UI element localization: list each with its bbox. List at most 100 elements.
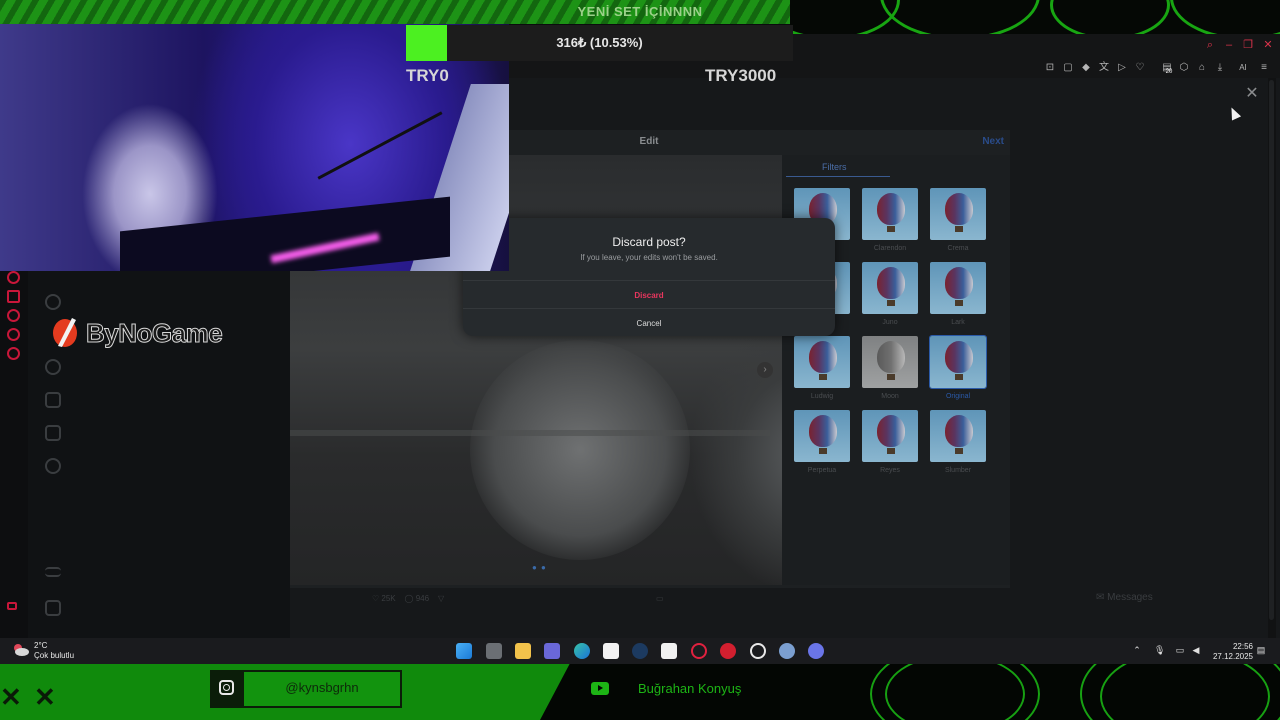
dashboard-nav-icon[interactable] (45, 425, 61, 441)
store-icon[interactable] (661, 643, 677, 659)
task-view-icon[interactable] (486, 643, 502, 659)
filter-thumbnail[interactable] (930, 410, 986, 462)
threads-nav-icon[interactable] (45, 458, 61, 474)
like-icon[interactable]: ♡ (372, 594, 379, 603)
comment-count: 946 (415, 594, 430, 603)
box-icon[interactable]: ⬡ (1177, 61, 1191, 75)
create-nav-icon[interactable] (45, 392, 61, 408)
minimize-icon[interactable]: – (1222, 38, 1236, 52)
webcam-feed (0, 24, 509, 271)
swirl-shape (1050, 0, 1170, 34)
edge-icon[interactable] (574, 643, 590, 659)
photo-subject (470, 340, 690, 560)
ai-label: AI (1239, 63, 1247, 72)
save-icon[interactable]: ▭ (656, 594, 664, 608)
sidebar-gx-corner-icon[interactable] (7, 602, 17, 610)
cancel-button[interactable]: Cancel (463, 315, 835, 331)
teams-icon[interactable] (544, 643, 560, 659)
download-icon[interactable]: ⤓ (1213, 61, 1227, 75)
search-icon[interactable]: ⌕ (1203, 38, 1217, 52)
filter-thumbnail[interactable] (862, 188, 918, 240)
balloon-basket (887, 300, 895, 306)
weather-description: Çok bulutlu (34, 651, 75, 660)
edit-title: Edit (639, 136, 659, 147)
steam-icon[interactable] (632, 643, 648, 659)
media-app-icon[interactable] (720, 643, 736, 659)
weather-temperature: 2°C (34, 641, 48, 650)
pin-icon[interactable]: ⊡ (1043, 61, 1057, 75)
tab-underline (786, 176, 890, 177)
messages-button[interactable]: ✉ Messages (1096, 592, 1236, 614)
balloon-basket (819, 448, 827, 454)
filter-label: Original (945, 393, 971, 400)
sidebar-extensions-icon[interactable] (7, 328, 20, 341)
browser-sidebar (0, 270, 28, 638)
translate-icon[interactable]: 文 (1097, 61, 1111, 75)
sidebar-gx-icon[interactable] (7, 271, 20, 284)
filter-thumbnail[interactable] (794, 410, 850, 462)
screenshot-icon[interactable]: ▢ (1061, 61, 1075, 75)
sidebar-bookmark-icon[interactable] (7, 290, 20, 303)
bynogame-logo-text: ByNoGame (85, 318, 223, 349)
decor-x-icon: ✕ (0, 682, 22, 712)
balloon-image (877, 193, 905, 225)
weather-cloud-icon[interactable] (12, 643, 30, 657)
windows-start-icon[interactable] (456, 643, 472, 659)
screen: YENİ SET İÇİNNNN ⌕ – ❐ ✕ ⊡ ▢ ◆ 文 ▷ ♡ ▤ 2… (0, 0, 1280, 720)
discord-icon[interactable] (808, 643, 824, 659)
filter-thumbnail[interactable] (929, 335, 987, 389)
next-button[interactable]: Next (970, 136, 1004, 147)
capcut-icon[interactable] (603, 643, 619, 659)
notifications-nav-icon[interactable] (45, 359, 61, 375)
filter-thumbnail[interactable] (862, 262, 918, 314)
balloon-basket (887, 448, 895, 454)
restore-icon[interactable]: ❐ (1241, 38, 1255, 52)
clock-date[interactable]: 27.12.2025 (1210, 652, 1253, 661)
clock-time[interactable]: 22:56 (1221, 642, 1253, 651)
filter-thumbnail[interactable] (930, 262, 986, 314)
filter-thumbnail[interactable] (794, 336, 850, 388)
tab-filters[interactable]: Filters (822, 162, 847, 172)
search-nav-icon[interactable] (45, 294, 61, 310)
sidebar-settings-icon[interactable] (7, 347, 20, 360)
filter-thumbnail[interactable] (930, 188, 986, 240)
post-actions: ♡ 25K ◯ 946 ▽ (372, 594, 444, 608)
sidebar-history-icon[interactable] (7, 309, 20, 322)
play-icon[interactable]: ▷ (1115, 61, 1129, 75)
filter-thumbnail[interactable] (862, 410, 918, 462)
share-icon[interactable]: ▽ (438, 594, 444, 603)
close-modal-icon[interactable]: ✕ (1244, 86, 1260, 102)
comment-icon[interactable]: ◯ (405, 594, 414, 603)
tray-expand-icon[interactable]: ⌃ (1132, 645, 1142, 656)
settings-app-icon[interactable] (779, 643, 795, 659)
youtube-channel-name: Buğrahan Konyuş (638, 681, 742, 696)
balloon-image (945, 267, 973, 299)
profile-icon[interactable]: ⌂ (1195, 61, 1209, 75)
file-explorer-icon[interactable] (515, 643, 531, 659)
swirl-shape (880, 0, 1040, 34)
menu-icon[interactable]: ≡ (1257, 61, 1271, 75)
meta-apps-icon[interactable] (45, 600, 61, 616)
swirl-shape (1170, 0, 1280, 34)
discard-button[interactable]: Discard (463, 287, 835, 303)
balloon-image (877, 415, 905, 447)
scrollbar-thumb[interactable] (1269, 80, 1274, 620)
microphone-icon[interactable]: 🎙︎ (1154, 645, 1165, 656)
chatgpt-icon[interactable] (750, 643, 766, 659)
close-icon[interactable]: ✕ (1261, 38, 1275, 52)
ai-icon[interactable]: AI (1233, 61, 1253, 75)
filter-thumbnail[interactable] (862, 336, 918, 388)
carousel-dots: ● ● (532, 563, 547, 572)
shield-icon[interactable]: ◆ (1079, 61, 1093, 75)
balloon-basket (887, 226, 895, 232)
balloon-image (945, 415, 973, 447)
notifications-icon[interactable]: ▤ (1256, 645, 1266, 656)
next-photo-arrow-icon[interactable]: › (757, 362, 773, 378)
dialog-title: Discard post? (612, 235, 686, 249)
network-icon[interactable]: ▭ (1175, 645, 1185, 656)
more-menu-icon[interactable] (45, 567, 61, 577)
opera-gx-icon[interactable] (691, 643, 707, 659)
balloon-image (945, 193, 973, 225)
volume-icon[interactable]: ◀ (1191, 645, 1201, 656)
heart-icon[interactable]: ♡ (1133, 61, 1147, 75)
